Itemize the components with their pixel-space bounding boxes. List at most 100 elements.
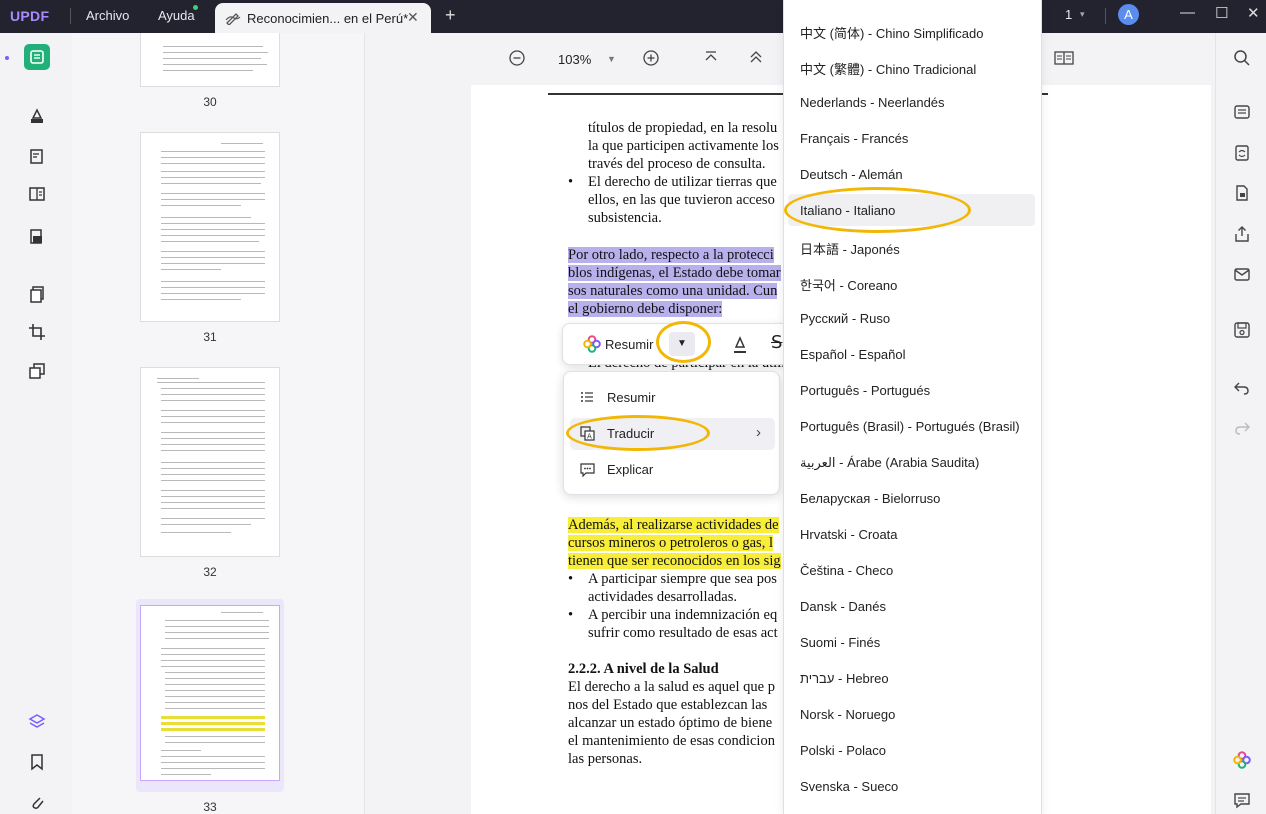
menu-item-explain[interactable]: Explicar bbox=[570, 454, 775, 486]
bullet: • bbox=[568, 607, 574, 623]
ai-assistant-button[interactable] bbox=[1233, 751, 1251, 774]
pages-icon bbox=[30, 286, 44, 303]
language-option[interactable]: עברית - Hebreo bbox=[788, 662, 1035, 694]
language-option[interactable]: Hrvatski - Croata bbox=[788, 518, 1035, 550]
highlighted-text-line[interactable]: Además, al realizarse actividades de bbox=[568, 517, 779, 533]
language-option[interactable]: Deutsch - Alemán bbox=[788, 158, 1035, 190]
chevron-down-icon[interactable]: ▼ bbox=[607, 54, 616, 64]
language-option[interactable]: 中文 (繁體) - Chino Tradicional bbox=[788, 50, 1035, 82]
language-option[interactable]: Dansk - Danés bbox=[788, 590, 1035, 622]
form-tool-button[interactable] bbox=[24, 181, 50, 207]
redo-button[interactable] bbox=[1233, 419, 1251, 442]
page-count[interactable]: 1 bbox=[1065, 7, 1072, 22]
ai-context-menu: Resumir A Traducir › Explicar bbox=[563, 371, 780, 495]
menu-item-summarize[interactable]: Resumir bbox=[570, 382, 775, 414]
doc-line: A percibir una indemnización eq bbox=[588, 607, 778, 623]
ai-options-dropdown[interactable]: ▼ bbox=[669, 332, 695, 356]
sign-tool-button[interactable] bbox=[24, 223, 50, 249]
highlighter-icon[interactable] bbox=[731, 335, 749, 360]
reading-mode-button[interactable] bbox=[1054, 50, 1074, 71]
edit-tool-button[interactable] bbox=[24, 143, 50, 169]
language-option[interactable]: Čeština - Checo bbox=[788, 554, 1035, 586]
ai-logo-icon bbox=[1233, 751, 1251, 769]
menu-item-translate[interactable]: A Traducir › bbox=[570, 418, 775, 450]
strikethrough-icon[interactable]: S bbox=[771, 332, 782, 353]
layers-button[interactable] bbox=[24, 709, 50, 735]
language-option[interactable]: 한국어 - Coreano bbox=[788, 266, 1035, 298]
tab-close-button[interactable]: ✕ bbox=[407, 9, 419, 26]
attachment-button[interactable] bbox=[24, 789, 50, 814]
comment-tool-button[interactable] bbox=[24, 103, 50, 129]
chevron-down-icon[interactable]: ▾ bbox=[1080, 9, 1085, 20]
thumbnail-page-number: 30 bbox=[203, 95, 217, 109]
language-option[interactable]: Svenska - Sueco bbox=[788, 770, 1035, 802]
doc-line: alcanzar un estado óptimo de biene bbox=[568, 715, 773, 731]
thumbnail-page[interactable] bbox=[140, 33, 280, 87]
language-option[interactable]: Русский - Ruso bbox=[788, 302, 1035, 334]
translate-icon: A bbox=[580, 426, 595, 446]
language-option[interactable]: Français - Francés bbox=[788, 122, 1035, 154]
zoom-in-button[interactable] bbox=[643, 50, 659, 71]
language-option[interactable]: 日本語 - Japonés bbox=[788, 230, 1035, 262]
ai-logo-icon[interactable] bbox=[583, 335, 601, 358]
bookmark-button[interactable] bbox=[24, 749, 50, 775]
menu-ayuda[interactable]: Ayuda bbox=[158, 8, 195, 23]
language-option-italian[interactable]: Italiano - Italiano bbox=[788, 194, 1035, 226]
selected-text-line[interactable]: blos indígenas, el Estado debe tomar bbox=[568, 265, 781, 281]
bookmark-icon bbox=[31, 754, 43, 771]
share-icon bbox=[1235, 226, 1249, 242]
zoom-out-button[interactable] bbox=[509, 50, 525, 71]
reader-mode-button[interactable] bbox=[24, 44, 50, 70]
language-option[interactable]: Norsk - Noruego bbox=[788, 698, 1035, 730]
crop-tool-button[interactable] bbox=[24, 319, 50, 345]
email-button[interactable] bbox=[1233, 265, 1251, 288]
redo-icon bbox=[1235, 422, 1250, 435]
language-option[interactable]: Polski - Polaco bbox=[788, 734, 1035, 766]
language-option[interactable]: Беларуская - Bielorruso bbox=[788, 482, 1035, 514]
highlighted-text-line[interactable]: cursos mineros o petroleros o gas, l bbox=[568, 535, 773, 551]
share-button[interactable] bbox=[1233, 225, 1251, 248]
title-bar: UPDF Archivo Ayuda Reconocimien... en el… bbox=[0, 0, 1266, 33]
protect-button[interactable] bbox=[1233, 184, 1251, 207]
minimize-button[interactable]: — bbox=[1180, 4, 1195, 21]
organize-pages-button[interactable] bbox=[24, 281, 50, 307]
language-option[interactable]: Português - Portugués bbox=[788, 374, 1035, 406]
list-icon bbox=[580, 390, 594, 409]
new-tab-button[interactable]: + bbox=[445, 5, 456, 26]
menu-archivo[interactable]: Archivo bbox=[86, 8, 129, 23]
doc-line: la que participen activamente los bbox=[588, 138, 779, 154]
batch-tool-button[interactable] bbox=[24, 358, 50, 384]
reader-icon bbox=[30, 50, 44, 64]
update-dot bbox=[193, 5, 198, 10]
language-option[interactable]: Português (Brasil) - Portugués (Brasil) bbox=[788, 410, 1035, 442]
thumbnail-page[interactable] bbox=[140, 367, 280, 557]
convert-button[interactable] bbox=[1233, 144, 1251, 167]
close-window-button[interactable]: ✕ bbox=[1247, 4, 1260, 22]
comments-button[interactable] bbox=[1233, 791, 1251, 814]
selected-text-line[interactable]: sos naturales como una unidad. Cun bbox=[568, 283, 778, 299]
highlighted-text-line[interactable]: tienen que ser reconocidos en los sig bbox=[568, 553, 781, 569]
doc-line: sufrir como resultado de esas act bbox=[588, 625, 778, 641]
convert-icon bbox=[1235, 145, 1249, 161]
previous-page-button[interactable] bbox=[749, 50, 763, 69]
language-option[interactable]: Nederlands - Neerlandés bbox=[788, 86, 1035, 118]
avatar[interactable]: A bbox=[1118, 4, 1139, 25]
maximize-button[interactable]: ☐ bbox=[1215, 4, 1228, 22]
ocr-button[interactable] bbox=[1233, 103, 1251, 126]
undo-button[interactable] bbox=[1233, 379, 1251, 402]
thumbnail-page-current[interactable] bbox=[140, 605, 280, 781]
thumbnail-page[interactable] bbox=[140, 132, 280, 322]
language-option[interactable]: العربية - Árabe (Arabia Saudita) bbox=[788, 446, 1035, 478]
first-page-button[interactable] bbox=[704, 50, 718, 69]
selected-text-line[interactable]: el gobierno debe disponer: bbox=[568, 301, 723, 317]
language-option[interactable]: Suomi - Finés bbox=[788, 626, 1035, 658]
save-button[interactable] bbox=[1233, 321, 1251, 344]
document-tab[interactable]: Reconocimien... en el Perú* ✕ bbox=[215, 3, 431, 33]
language-option[interactable]: Español - Español bbox=[788, 338, 1035, 370]
search-button[interactable] bbox=[1233, 49, 1251, 72]
zoom-level[interactable]: 103% bbox=[558, 52, 591, 67]
doc-line: ellos, en las que tuvieron acceso bbox=[588, 192, 775, 208]
selected-text-line[interactable]: Por otro lado, respecto a la protecci bbox=[568, 247, 774, 263]
summarize-button[interactable]: Resumir bbox=[605, 337, 653, 352]
language-option[interactable]: 中文 (简体) - Chino Simplificado bbox=[788, 14, 1035, 46]
